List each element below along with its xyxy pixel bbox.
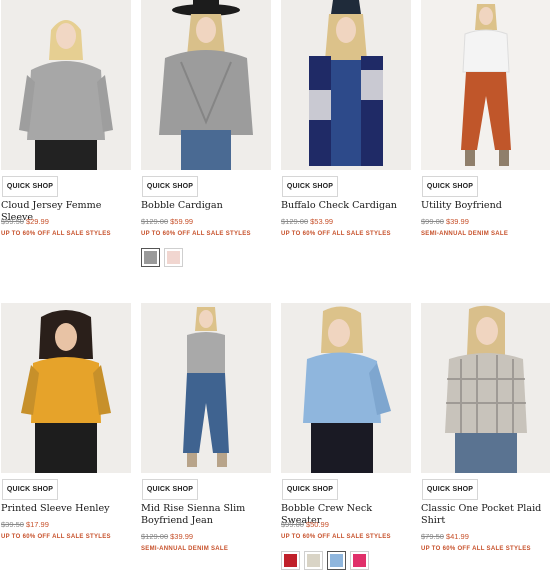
quick-shop-button[interactable]: QUICK SHOP	[142, 176, 198, 197]
sale-price: $53.99	[310, 217, 334, 226]
product-card[interactable]: QUICK SHOP Bobble Crew Neck Sweater $99.…	[281, 303, 411, 570]
sale-price: $50.99	[305, 520, 329, 529]
product-image[interactable]	[281, 0, 411, 170]
sale-price: $59.99	[170, 217, 194, 226]
color-swatch[interactable]	[350, 551, 369, 570]
product-name[interactable]: Classic One Pocket Plaid Shirt	[421, 503, 550, 527]
original-price: $129.00	[281, 217, 309, 226]
original-price: $39.50	[1, 520, 24, 529]
product-price: $99.00 $50.99	[281, 520, 329, 529]
sale-price: $41.99	[445, 532, 469, 541]
promo-label: UP TO 60% OFF ALL SALE STYLES	[1, 534, 111, 540]
product-image[interactable]	[141, 0, 271, 170]
product-card[interactable]: QUICK SHOP Buffalo Check Cardigan $129.0…	[281, 0, 411, 237]
sale-price: $29.99	[25, 217, 49, 226]
color-swatch[interactable]	[164, 248, 183, 267]
color-swatches	[281, 551, 369, 570]
product-name[interactable]: Utility Boyfriend	[421, 200, 550, 212]
quick-shop-button[interactable]: QUICK SHOP	[2, 479, 58, 500]
sale-price: $17.99	[25, 520, 49, 529]
product-card[interactable]: QUICK SHOP Bobble Cardigan $129.00 $59.99…	[141, 0, 271, 267]
promo-label: UP TO 60% OFF ALL SALE STYLES	[1, 231, 111, 237]
product-price: $99.00 $39.99	[421, 217, 469, 226]
original-price: $59.50	[1, 217, 24, 226]
product-name[interactable]: Buffalo Check Cardigan	[281, 200, 413, 212]
product-image[interactable]	[421, 303, 550, 473]
color-swatch[interactable]	[281, 551, 300, 570]
sale-price: $39.99	[170, 532, 194, 541]
product-grid: QUICK SHOP Cloud Jersey Femme Sleeve $59…	[0, 0, 550, 571]
original-price: $129.00	[141, 217, 169, 226]
promo-label: UP TO 60% OFF ALL SALE STYLES	[281, 231, 391, 237]
product-price: $129.00 $59.99	[141, 217, 193, 226]
product-card[interactable]: QUICK SHOP Classic One Pocket Plaid Shir…	[421, 303, 550, 552]
quick-shop-button[interactable]: QUICK SHOP	[2, 176, 58, 197]
promo-label: UP TO 60% OFF ALL SALE STYLES	[421, 546, 531, 552]
color-swatch[interactable]	[327, 551, 346, 570]
quick-shop-button[interactable]: QUICK SHOP	[282, 479, 338, 500]
product-card[interactable]: QUICK SHOP Cloud Jersey Femme Sleeve $59…	[1, 0, 131, 237]
product-image[interactable]	[1, 0, 131, 170]
color-swatches	[141, 248, 183, 267]
color-swatch[interactable]	[304, 551, 323, 570]
promo-label: UP TO 60% OFF ALL SALE STYLES	[141, 231, 251, 237]
promo-label: UP TO 60% OFF ALL SALE STYLES	[281, 534, 391, 540]
original-price: $129.00	[141, 532, 169, 541]
quick-shop-button[interactable]: QUICK SHOP	[142, 479, 198, 500]
sale-price: $39.99	[445, 217, 469, 226]
product-image[interactable]	[1, 303, 131, 473]
product-price: $79.50 $41.99	[421, 532, 469, 541]
product-price: $59.50 $29.99	[1, 217, 49, 226]
product-name[interactable]: Mid Rise Sienna Slim Boyfriend Jean	[141, 503, 273, 527]
promo-label: SEMI-ANNUAL DENIM SALE	[421, 231, 509, 237]
product-price: $129.00 $53.99	[281, 217, 333, 226]
product-card[interactable]: QUICK SHOP Mid Rise Sienna Slim Boyfrien…	[141, 303, 271, 552]
product-name[interactable]: Printed Sleeve Henley	[1, 503, 133, 515]
product-image[interactable]	[141, 303, 271, 473]
color-swatch[interactable]	[141, 248, 160, 267]
quick-shop-button[interactable]: QUICK SHOP	[422, 479, 478, 500]
promo-label: SEMI-ANNUAL DENIM SALE	[141, 546, 229, 552]
original-price: $79.50	[421, 532, 444, 541]
quick-shop-button[interactable]: QUICK SHOP	[422, 176, 478, 197]
product-image[interactable]	[421, 0, 550, 170]
product-card[interactable]: QUICK SHOP Printed Sleeve Henley $39.50 $…	[1, 303, 131, 540]
product-price: $39.50 $17.99	[1, 520, 49, 529]
product-image[interactable]	[281, 303, 411, 473]
product-card[interactable]: QUICK SHOP Utility Boyfriend $99.00 $39.9…	[421, 0, 550, 237]
product-price: $129.00 $39.99	[141, 532, 193, 541]
product-name[interactable]: Bobble Cardigan	[141, 200, 273, 212]
original-price: $99.00	[281, 520, 304, 529]
quick-shop-button[interactable]: QUICK SHOP	[282, 176, 338, 197]
original-price: $99.00	[421, 217, 444, 226]
